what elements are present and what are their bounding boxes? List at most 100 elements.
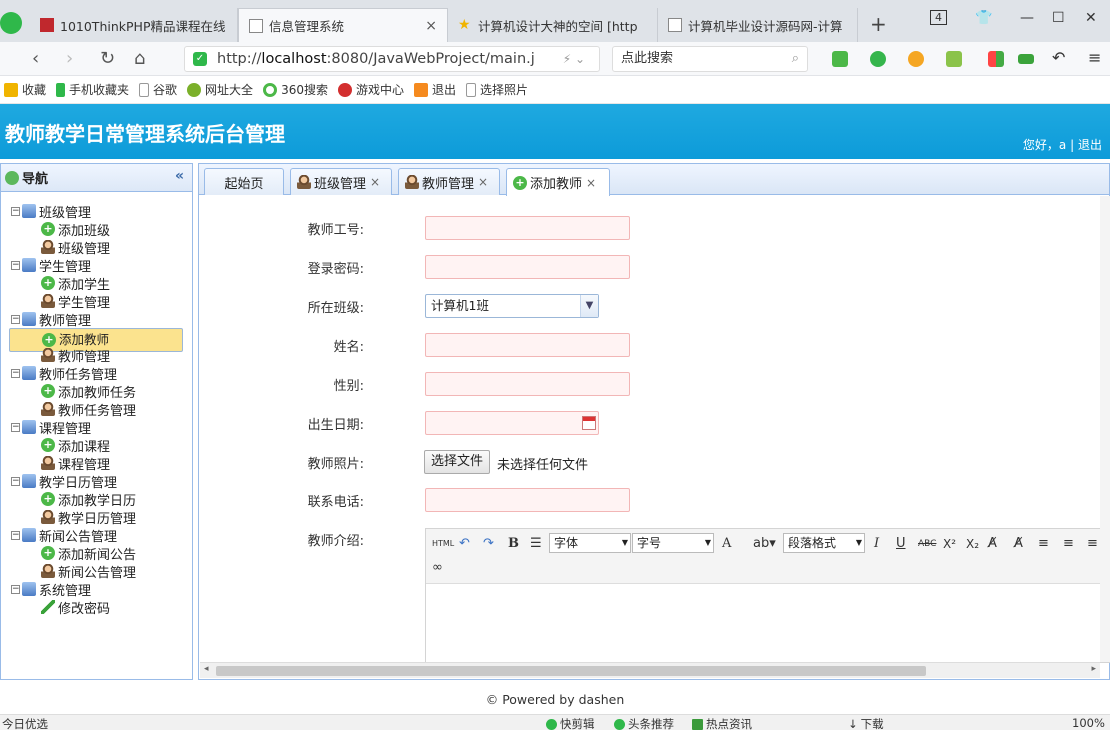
link-icon[interactable]: ∞ bbox=[432, 559, 443, 577]
highlight-icon[interactable]: ab▾ bbox=[753, 535, 776, 553]
tree-item[interactable]: + 添加新闻公告 bbox=[41, 544, 136, 563]
translate-icon[interactable] bbox=[870, 51, 886, 67]
font-color-button[interactable]: A bbox=[722, 535, 731, 553]
close-tab-icon[interactable]: × bbox=[415, 18, 447, 34]
minimize-icon[interactable]: — bbox=[1020, 10, 1034, 26]
name-input[interactable] bbox=[425, 333, 630, 357]
bookmark-google[interactable]: 谷歌 bbox=[139, 81, 177, 98]
editor-body[interactable] bbox=[426, 584, 1110, 662]
html-source-button[interactable]: HTML bbox=[432, 535, 454, 553]
collapse-toggle-icon[interactable]: − bbox=[11, 368, 20, 378]
tab-teacher-management[interactable]: 教师管理 × bbox=[398, 168, 500, 195]
align-justify-icon[interactable]: ≡ bbox=[1087, 535, 1098, 553]
phone-input[interactable] bbox=[425, 488, 630, 512]
collapse-toggle-icon[interactable]: − bbox=[11, 584, 20, 594]
close-tab-icon[interactable]: × bbox=[478, 175, 488, 189]
home-icon[interactable]: ⌂ bbox=[134, 48, 145, 69]
teacher-no-input[interactable] bbox=[425, 216, 630, 240]
close-tab-icon[interactable]: × bbox=[586, 176, 596, 190]
birthday-input[interactable] bbox=[425, 411, 599, 435]
class-select[interactable]: 计算机1班 ▼ bbox=[425, 294, 599, 318]
logout-link[interactable]: 退出 bbox=[1078, 138, 1102, 152]
tree-group[interactable]: − 教师管理 bbox=[11, 310, 91, 329]
paragraph-format-select[interactable]: 段落格式 ▼ bbox=[783, 533, 865, 553]
scrollbar-thumb[interactable] bbox=[216, 666, 926, 676]
undo-icon[interactable]: ↶ bbox=[459, 535, 470, 553]
search-input[interactable]: 点此搜索 ⌕ bbox=[612, 46, 808, 72]
choose-file-button[interactable]: 选择文件 bbox=[424, 450, 491, 474]
reload-icon[interactable]: ↻ bbox=[100, 48, 115, 69]
bookmark-360[interactable]: 360搜索 bbox=[263, 81, 328, 98]
menu-icon[interactable]: ≡ bbox=[1088, 50, 1104, 67]
undo-icon[interactable]: ↶ bbox=[1052, 50, 1068, 67]
redo-icon[interactable]: ↷ bbox=[483, 535, 494, 553]
tree-item[interactable]: + 添加课程 bbox=[41, 436, 110, 455]
vertical-scrollbar[interactable] bbox=[1100, 196, 1110, 662]
tree-item[interactable]: 课程管理 bbox=[41, 454, 110, 473]
collapse-icon[interactable]: « bbox=[175, 168, 184, 184]
tree-group[interactable]: − 新闻公告管理 bbox=[11, 526, 117, 545]
status-item[interactable]: 头条推荐 bbox=[614, 716, 674, 730]
clear-format-icon[interactable]: A̸ bbox=[988, 535, 997, 553]
tree-group[interactable]: − 课程管理 bbox=[11, 418, 91, 437]
align-right-icon[interactable]: ≡ bbox=[1063, 535, 1074, 553]
zoom-level[interactable]: 100% bbox=[1072, 716, 1105, 730]
font-family-select[interactable]: 字体 ▼ bbox=[549, 533, 631, 553]
status-item[interactable]: ↓ 下载 bbox=[848, 716, 884, 730]
tree-item[interactable]: 学生管理 bbox=[41, 292, 110, 311]
collapse-toggle-icon[interactable]: − bbox=[11, 476, 20, 486]
tree-item[interactable]: 班级管理 bbox=[41, 238, 110, 257]
password-input[interactable] bbox=[425, 255, 630, 279]
tree-group[interactable]: − 教师任务管理 bbox=[11, 364, 117, 383]
close-window-icon[interactable]: ✕ bbox=[1085, 10, 1097, 26]
bookmark-mobile[interactable]: 手机收藏夹 bbox=[56, 81, 129, 98]
status-item[interactable]: 快剪辑 bbox=[546, 716, 595, 730]
apps-icon[interactable] bbox=[988, 51, 1004, 67]
tree-item[interactable]: + 添加学生 bbox=[41, 274, 110, 293]
bookmark-exit[interactable]: 退出 bbox=[413, 81, 456, 98]
tree-group[interactable]: − 系统管理 bbox=[11, 580, 91, 599]
tree-item[interactable]: + 添加教学日历 bbox=[41, 490, 136, 509]
collapse-toggle-icon[interactable]: − bbox=[11, 422, 20, 432]
close-tab-icon[interactable]: × bbox=[370, 175, 380, 189]
font-size-select[interactable]: 字号 ▼ bbox=[632, 533, 714, 553]
tree-item[interactable]: 教学日历管理 bbox=[41, 508, 136, 527]
gender-input[interactable] bbox=[425, 372, 630, 396]
tree-item[interactable]: 教师任务管理 bbox=[41, 400, 136, 419]
tab-count-badge[interactable]: 4 bbox=[930, 10, 947, 25]
scroll-left-icon[interactable]: ◂ bbox=[204, 664, 209, 674]
tree-group[interactable]: − 教学日历管理 bbox=[11, 472, 117, 491]
tree-item[interactable]: + 添加教师任务 bbox=[41, 382, 136, 401]
subscript-button[interactable]: X₂ bbox=[966, 535, 979, 553]
chevron-down-icon[interactable]: ▼ bbox=[580, 295, 598, 317]
back-icon[interactable]: ‹ bbox=[32, 48, 39, 69]
battery-icon[interactable] bbox=[1018, 54, 1034, 64]
shirt-icon[interactable]: 👕 bbox=[975, 10, 992, 26]
tree-item[interactable]: 新闻公告管理 bbox=[41, 562, 136, 581]
collapse-toggle-icon[interactable]: − bbox=[11, 260, 20, 270]
align-left-icon[interactable]: ≡ bbox=[1038, 535, 1049, 553]
format-painter-icon[interactable]: A̸ bbox=[1014, 535, 1023, 553]
bookmark-hao[interactable]: 网址大全 bbox=[187, 81, 253, 98]
coin-icon[interactable] bbox=[908, 51, 924, 67]
superscript-button[interactable]: X² bbox=[943, 535, 956, 553]
maximize-icon[interactable]: ☐ bbox=[1052, 10, 1065, 26]
url-input[interactable]: ✓ http://localhost:8080/JavaWebProject/m… bbox=[184, 46, 600, 72]
underline-button[interactable]: U bbox=[896, 535, 906, 553]
bookmark-favorites[interactable]: 收藏 bbox=[4, 81, 46, 98]
browser-tab[interactable]: 计算机毕业设计源码网-计算 bbox=[658, 8, 858, 42]
tree-item[interactable]: + 添加班级 bbox=[41, 220, 110, 239]
tree-item[interactable]: 修改密码 bbox=[41, 598, 110, 617]
horizontal-scrollbar[interactable]: ◂ ▸ bbox=[200, 662, 1100, 678]
calendar-icon[interactable] bbox=[582, 416, 596, 430]
collapse-toggle-icon[interactable]: − bbox=[11, 530, 20, 540]
tab-start-page[interactable]: 起始页 bbox=[204, 168, 284, 195]
tree-item[interactable]: 教师管理 bbox=[41, 346, 110, 365]
lightning-icon[interactable]: ⚡ ⌄ bbox=[563, 52, 585, 66]
browser-logo-icon[interactable] bbox=[0, 12, 22, 34]
status-item[interactable]: 热点资讯 bbox=[692, 716, 752, 730]
browser-tab[interactable]: ★ 计算机设计大神的空间 [http bbox=[448, 8, 658, 42]
italic-button[interactable]: I bbox=[874, 535, 879, 553]
collapse-toggle-icon[interactable]: − bbox=[11, 206, 20, 216]
image-icon[interactable] bbox=[946, 51, 962, 67]
